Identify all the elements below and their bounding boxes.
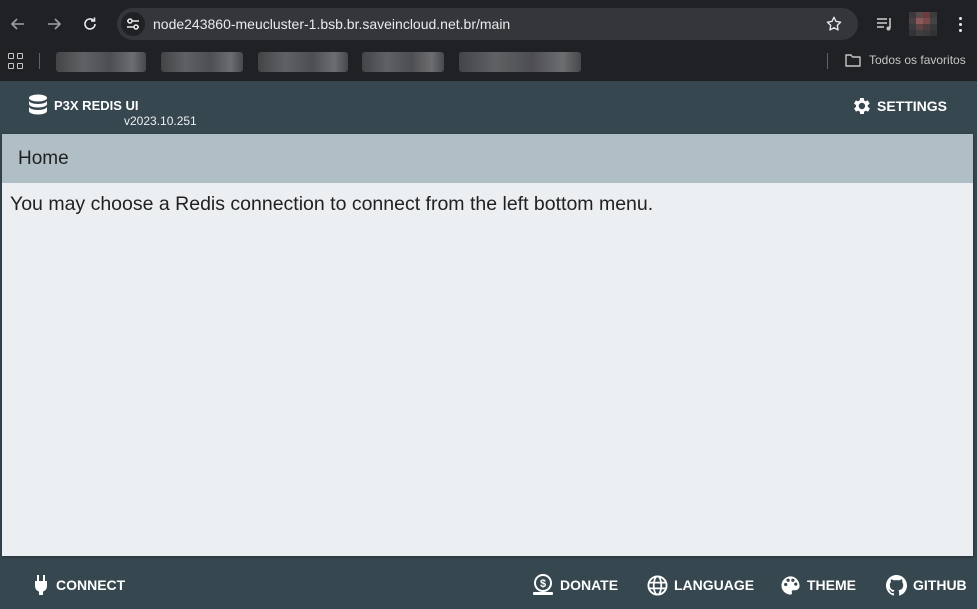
- tune-icon: [127, 18, 139, 30]
- reload-icon: [84, 17, 96, 30]
- bookmark-item[interactable]: [362, 52, 444, 72]
- app-brand[interactable]: P3X REDIS UI: [28, 94, 139, 116]
- app-version: v2023.10.251: [124, 114, 197, 128]
- profile-avatar[interactable]: [909, 12, 937, 36]
- app-name: P3X REDIS UI: [54, 97, 139, 113]
- bookmarks-divider: [39, 53, 40, 69]
- bookmarks-bar: Todos os favoritos: [0, 48, 977, 76]
- bookmark-star-button[interactable]: [824, 14, 844, 34]
- settings-button[interactable]: SETTINGS: [850, 95, 947, 117]
- reload-button[interactable]: [78, 12, 102, 36]
- power-plug-icon: [35, 575, 47, 595]
- database-icon: [29, 94, 47, 115]
- bookmark-item[interactable]: [161, 52, 243, 72]
- theme-label: THEME: [807, 577, 856, 593]
- github-icon: [886, 574, 907, 595]
- main-card: Home You may choose a Redis connection t…: [2, 134, 973, 556]
- language-label: LANGUAGE: [674, 577, 755, 593]
- bookmark-item[interactable]: [258, 52, 348, 72]
- bookmarks-divider: [827, 53, 828, 69]
- address-bar[interactable]: node243860-meucluster-1.bsb.br.saveinclo…: [117, 8, 858, 40]
- arrow-right-icon: [48, 18, 62, 30]
- donate-label: DONATE: [560, 577, 619, 593]
- info-message: You may choose a Redis connection to con…: [10, 193, 654, 215]
- theme-button[interactable]: THEME: [780, 573, 856, 597]
- media-controls-icon: [877, 18, 891, 31]
- page-title: Home: [18, 147, 69, 169]
- back-button[interactable]: [6, 12, 30, 36]
- money-bag-icon: $: [533, 574, 553, 595]
- palette-icon: [781, 575, 800, 595]
- all-bookmarks-button[interactable]: Todos os favoritos: [845, 53, 966, 67]
- svg-text:$: $: [540, 578, 546, 590]
- forward-button[interactable]: [42, 12, 66, 36]
- browser-menu-button[interactable]: [952, 12, 968, 36]
- star-icon: [826, 16, 842, 31]
- bookmark-item[interactable]: [56, 52, 146, 72]
- globe-icon: [647, 574, 668, 596]
- gear-icon: [854, 98, 870, 114]
- settings-label: SETTINGS: [876, 98, 947, 114]
- card-header: Home: [2, 134, 973, 183]
- browser-chrome: node243860-meucluster-1.bsb.br.saveinclo…: [0, 0, 977, 81]
- all-bookmarks-label: Todos os favoritos: [869, 53, 966, 67]
- arrow-left-icon: [10, 18, 24, 30]
- site-info-button[interactable]: [121, 12, 145, 36]
- connect-label: CONNECT: [56, 577, 126, 593]
- github-label: GITHUB: [913, 577, 967, 593]
- app-header: P3X REDIS UI v2023.10.251 SETTINGS: [0, 81, 977, 131]
- footer-toolbar: CONNECT $ DONATE LANGUAGE THEME GITHUB: [0, 561, 977, 609]
- donate-button[interactable]: $ DONATE: [532, 573, 618, 597]
- card-body: You may choose a Redis connection to con…: [2, 183, 973, 226]
- url-text: node243860-meucluster-1.bsb.br.saveinclo…: [153, 16, 511, 32]
- vertical-dots-icon: [958, 16, 962, 20]
- apps-grid-icon[interactable]: [8, 53, 24, 69]
- media-controls-button[interactable]: [874, 13, 896, 35]
- folder-icon: [845, 54, 861, 67]
- language-button[interactable]: LANGUAGE: [647, 573, 754, 597]
- bookmark-item[interactable]: [459, 52, 581, 72]
- github-button[interactable]: GITHUB: [886, 573, 967, 597]
- connect-button[interactable]: CONNECT: [32, 573, 125, 597]
